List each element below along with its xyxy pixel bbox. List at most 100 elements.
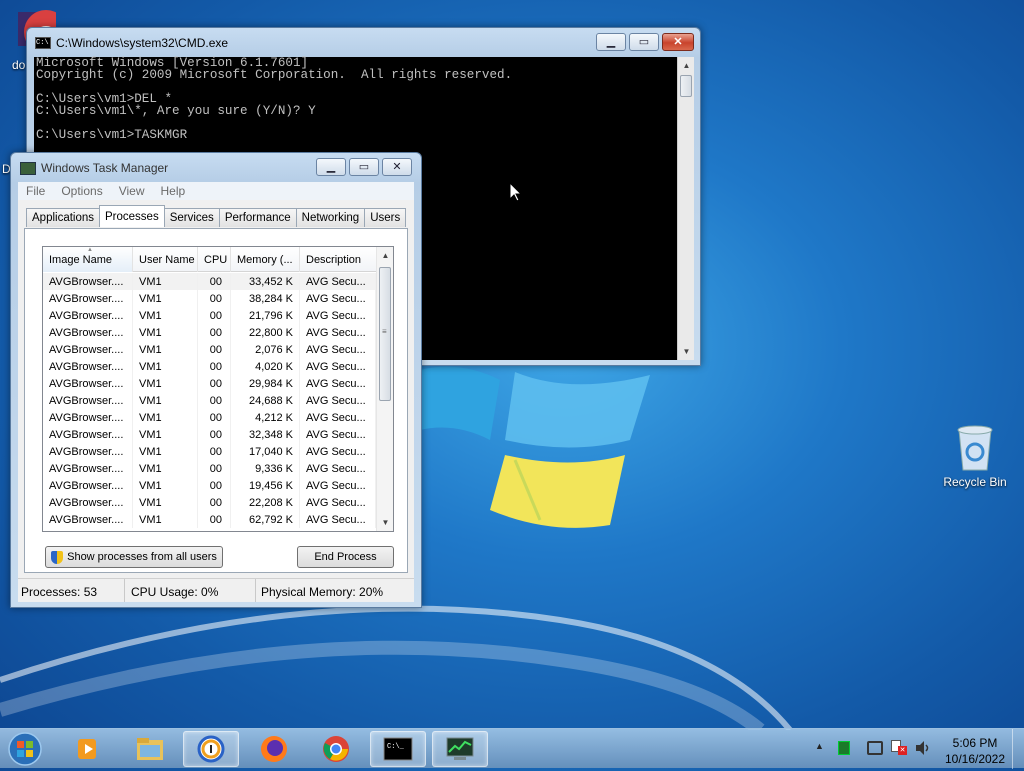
process-row[interactable]: AVGBrowser.... VM1 00 22,208 K AVG Secu... xyxy=(43,494,376,511)
tab-processes[interactable]: Processes xyxy=(99,205,165,227)
process-list-header: ▲ Image Name User Name CPU Memory (... De… xyxy=(43,247,376,272)
cmd-maximize-button[interactable]: ▭ xyxy=(629,33,659,51)
process-image-name: AVGBrowser.... xyxy=(43,273,133,290)
uac-shield-icon xyxy=(51,550,64,564)
action-center-icon[interactable]: ✕ xyxy=(891,740,907,756)
tab-performance[interactable]: Performance xyxy=(218,208,297,227)
tm-minimize-button[interactable]: ▁ xyxy=(316,158,346,176)
cmd-scroll-thumb[interactable] xyxy=(680,75,692,97)
status-physical-memory: Physical Memory: 20% xyxy=(261,585,384,599)
taskbar-firefox[interactable] xyxy=(246,731,302,767)
scroll-up-arrow-icon[interactable]: ▲ xyxy=(678,57,695,74)
process-image-name: AVGBrowser.... xyxy=(43,290,133,307)
menu-file[interactable]: File xyxy=(18,182,53,200)
status-processes: Processes: 53 xyxy=(18,579,125,602)
scroll-down-arrow-icon[interactable]: ▼ xyxy=(377,514,393,531)
cmd-titlebar[interactable]: C:\ C:\Windows\system32\CMD.exe ▁ ▭ ✕ xyxy=(27,28,700,56)
process-list[interactable]: ▲ Image Name User Name CPU Memory (... De… xyxy=(42,246,394,532)
network-icon[interactable] xyxy=(867,741,883,755)
process-image-name: AVGBrowser.... xyxy=(43,392,133,409)
tm-close-button[interactable]: ✕ xyxy=(382,158,412,176)
recycle-bin[interactable]: Recycle Bin xyxy=(935,422,1015,489)
console-line: C:\Users\vm1>TASKMGR xyxy=(36,128,188,142)
show-hidden-icons-button[interactable]: ▲ xyxy=(815,741,827,755)
process-row[interactable]: AVGBrowser.... VM1 00 17,040 K AVG Secu... xyxy=(43,443,376,460)
column-image-name[interactable]: ▲ Image Name xyxy=(43,247,133,272)
svg-text:C:\_: C:\_ xyxy=(387,743,405,751)
taskbar-chrome[interactable] xyxy=(308,731,364,767)
process-image-name: AVGBrowser.... xyxy=(43,324,133,341)
cmd-close-button[interactable]: ✕ xyxy=(662,33,694,51)
process-row[interactable]: AVGBrowser.... VM1 00 21,796 K AVG Secu... xyxy=(43,307,376,324)
process-row[interactable]: AVGBrowser.... VM1 00 32,348 K AVG Secu... xyxy=(43,426,376,443)
start-button[interactable] xyxy=(5,730,47,768)
task-manager-window[interactable]: Windows Task Manager ▁ ▭ ✕ File Options … xyxy=(10,152,422,608)
tab-applications[interactable]: Applications xyxy=(26,208,101,227)
tm-titlebar[interactable]: Windows Task Manager ▁ ▭ ✕ xyxy=(11,153,421,181)
taskbar-task-manager[interactable] xyxy=(432,731,488,767)
process-row[interactable]: AVGBrowser.... VM1 00 38,284 K AVG Secu... xyxy=(43,290,376,307)
tm-menubar: File Options View Help xyxy=(18,182,414,200)
column-cpu[interactable]: CPU xyxy=(198,247,231,272)
column-description[interactable]: Description xyxy=(300,247,376,272)
process-row[interactable]: AVGBrowser.... VM1 00 19,456 K AVG Secu... xyxy=(43,477,376,494)
menu-view[interactable]: View xyxy=(111,182,153,200)
process-cpu: 00 xyxy=(198,511,231,528)
tab-users[interactable]: Users xyxy=(364,208,407,227)
tm-maximize-button[interactable]: ▭ xyxy=(349,158,379,176)
tm-tabs: Applications Processes Services Performa… xyxy=(26,205,407,228)
file-explorer-icon xyxy=(137,738,163,760)
process-row[interactable]: AVGBrowser.... VM1 00 9,336 K AVG Secu... xyxy=(43,460,376,477)
column-memory[interactable]: Memory (... xyxy=(231,247,300,272)
process-description: AVG Secu... xyxy=(300,392,376,409)
process-description: AVG Secu... xyxy=(300,358,376,375)
process-row[interactable]: AVGBrowser.... VM1 00 24,688 K AVG Secu... xyxy=(43,392,376,409)
process-row[interactable]: AVGBrowser.... VM1 00 4,020 K AVG Secu... xyxy=(43,358,376,375)
menu-help[interactable]: Help xyxy=(153,182,194,200)
show-desktop-button[interactable] xyxy=(1012,729,1024,769)
process-image-name: AVGBrowser.... xyxy=(43,443,133,460)
cmd-minimize-button[interactable]: ▁ xyxy=(596,33,626,51)
process-image-name: AVGBrowser.... xyxy=(43,511,133,528)
process-row[interactable]: AVGBrowser.... VM1 00 2,076 K AVG Secu... xyxy=(43,341,376,358)
end-process-button[interactable]: End Process xyxy=(297,546,394,568)
system-monitor-icon[interactable] xyxy=(838,741,850,755)
process-user-name: VM1 xyxy=(133,290,198,307)
tab-networking[interactable]: Networking xyxy=(295,208,366,227)
process-description: AVG Secu... xyxy=(300,460,376,477)
tm-body: Applications Processes Services Performa… xyxy=(18,200,414,578)
process-row[interactable]: AVGBrowser.... VM1 00 62,792 K AVG Secu... xyxy=(43,511,376,528)
taskbar-media-player[interactable] xyxy=(60,731,116,767)
show-all-processes-button[interactable]: Show processes from all users xyxy=(45,546,223,568)
taskbar-avg-browser[interactable] xyxy=(183,731,239,767)
process-row[interactable]: AVGBrowser.... VM1 00 29,984 K AVG Secu... xyxy=(43,375,376,392)
process-user-name: VM1 xyxy=(133,358,198,375)
volume-icon[interactable] xyxy=(914,740,932,756)
process-user-name: VM1 xyxy=(133,477,198,494)
taskbar-clock[interactable]: 5:06 PM 10/16/2022 xyxy=(940,735,1010,767)
process-row[interactable]: AVGBrowser.... VM1 00 33,452 K AVG Secu... xyxy=(43,273,376,290)
console-line: Copyright (c) 2009 Microsoft Corporation… xyxy=(36,68,513,82)
process-image-name: AVGBrowser.... xyxy=(43,460,133,477)
process-list-scrollbar[interactable]: ▲ ≡ ▼ xyxy=(376,247,393,531)
scroll-up-arrow-icon[interactable]: ▲ xyxy=(377,247,393,264)
process-memory: 21,796 K xyxy=(231,307,300,324)
minimize-icon: ▁ xyxy=(326,160,336,173)
tm-title: Windows Task Manager xyxy=(41,161,169,175)
menu-options[interactable]: Options xyxy=(53,182,110,200)
cmd-scrollbar[interactable]: ▲ ▼ xyxy=(677,57,694,360)
process-cpu: 00 xyxy=(198,409,231,426)
process-scroll-thumb[interactable]: ≡ xyxy=(379,267,391,401)
process-row[interactable]: AVGBrowser.... VM1 00 22,800 K AVG Secu... xyxy=(43,324,376,341)
status-cpu-usage: CPU Usage: 0% xyxy=(125,579,256,602)
process-row[interactable]: AVGBrowser.... VM1 00 4,212 K AVG Secu... xyxy=(43,409,376,426)
process-user-name: VM1 xyxy=(133,341,198,358)
scroll-down-arrow-icon[interactable]: ▼ xyxy=(678,343,695,360)
column-user-name[interactable]: User Name xyxy=(133,247,198,272)
avg-browser-icon xyxy=(197,735,225,763)
taskbar-cmd[interactable]: C:\_ xyxy=(370,731,426,767)
process-description: AVG Secu... xyxy=(300,511,376,528)
taskbar-file-explorer[interactable] xyxy=(122,731,178,767)
tab-services[interactable]: Services xyxy=(163,208,220,227)
process-description: AVG Secu... xyxy=(300,426,376,443)
